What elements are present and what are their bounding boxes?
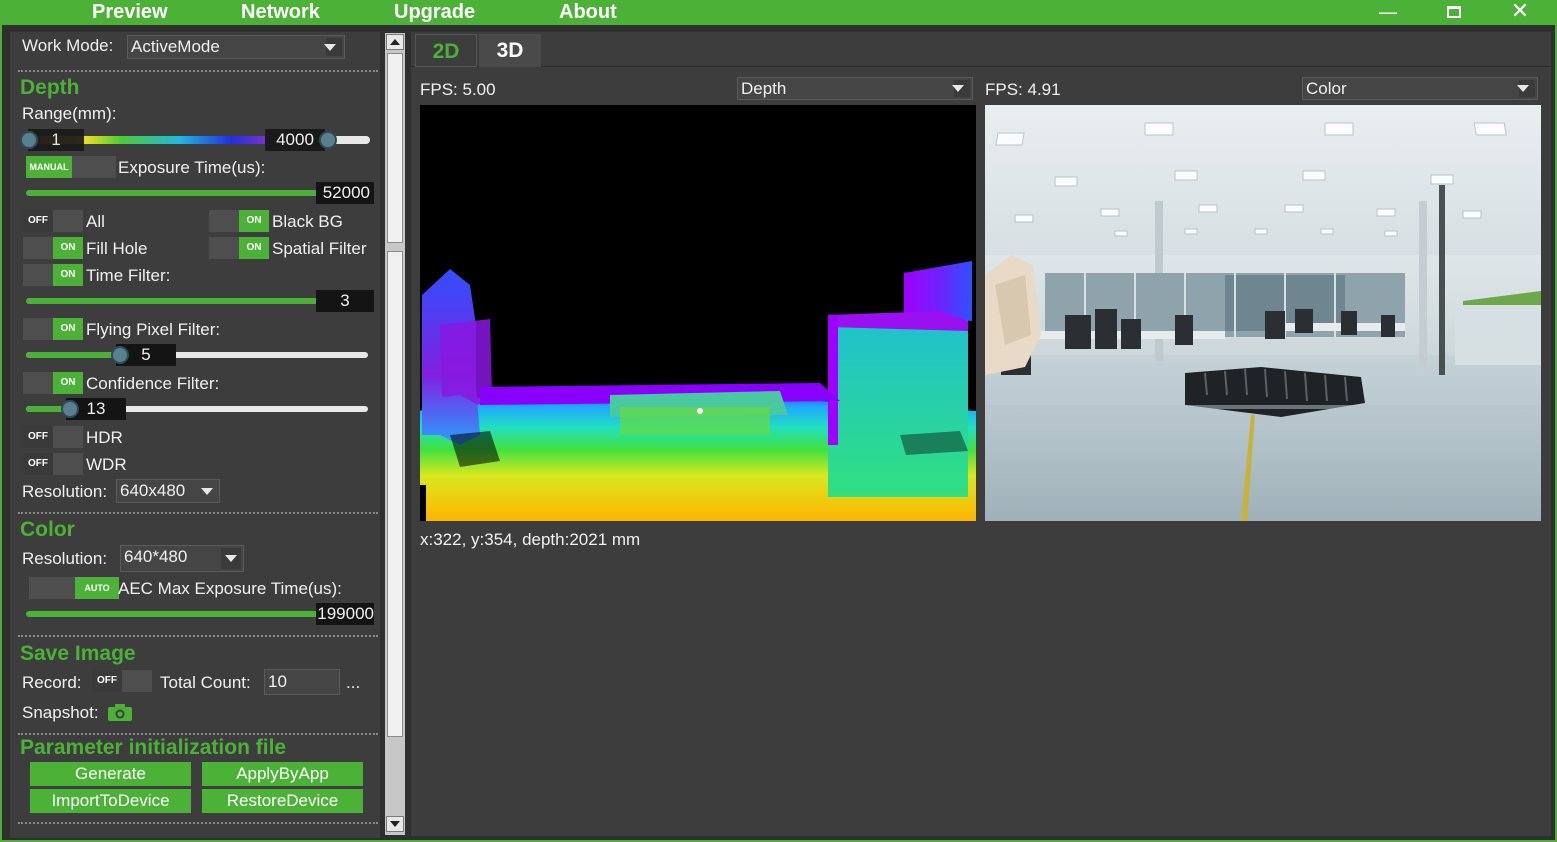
fill-hole-toggle[interactable]: ON bbox=[23, 237, 83, 259]
color-camera-image[interactable] bbox=[985, 105, 1541, 521]
range-max-handle[interactable] bbox=[319, 131, 337, 149]
hdr-toggle[interactable]: OFF bbox=[23, 426, 83, 448]
aec-value[interactable]: 199000 bbox=[316, 603, 374, 625]
tab-2d[interactable]: 2D bbox=[415, 34, 477, 67]
black-bg-label: Black BG bbox=[272, 212, 343, 231]
aec-slider[interactable] bbox=[26, 611, 326, 617]
menu-upgrade[interactable]: Upgrade bbox=[394, 0, 475, 25]
time-filter-value[interactable]: 3 bbox=[316, 290, 374, 312]
minimize-icon[interactable]: — bbox=[1368, 0, 1408, 25]
depth-resolution-select[interactable]: 640x480 bbox=[116, 479, 220, 503]
title-bar: Preview Network Upgrade About — ✕ bbox=[2, 0, 1557, 25]
record-label: Record: bbox=[22, 673, 82, 692]
flying-pixel-handle[interactable] bbox=[111, 346, 129, 364]
fill-hole-label: Fill Hole bbox=[86, 239, 148, 258]
scroll-thumb[interactable] bbox=[387, 53, 403, 243]
wdr-toggle[interactable]: OFF bbox=[23, 453, 83, 475]
depth-view-select[interactable]: Depth bbox=[737, 77, 973, 100]
all-toggle[interactable]: OFF bbox=[23, 210, 83, 232]
time-filter-slider[interactable] bbox=[26, 298, 326, 304]
color-resolution-select[interactable]: 640*480 bbox=[120, 545, 244, 572]
divider bbox=[18, 70, 378, 72]
chevron-down-icon bbox=[225, 555, 237, 562]
param-section-title: Parameter initialization file bbox=[20, 736, 287, 759]
depth-fps: FPS: 5.00 bbox=[420, 80, 496, 99]
confidence-label: Confidence Filter: bbox=[86, 374, 220, 393]
flying-pixel-toggle[interactable]: ON bbox=[23, 318, 83, 340]
scroll-up-button[interactable] bbox=[386, 34, 404, 50]
divider bbox=[18, 822, 378, 824]
import-to-device-button[interactable]: ImportToDevice bbox=[30, 789, 191, 813]
record-toggle[interactable]: OFF bbox=[92, 670, 152, 692]
aec-label: AEC Max Exposure Time(us): bbox=[118, 579, 342, 598]
work-mode-value: ActiveMode bbox=[131, 37, 220, 56]
scroll-down-button[interactable] bbox=[386, 816, 404, 832]
color-section-title: Color bbox=[20, 518, 75, 541]
exposure-value[interactable]: 52000 bbox=[316, 182, 374, 204]
divider bbox=[18, 635, 378, 637]
depth-resolution-label: Resolution: bbox=[22, 482, 108, 501]
aec-mode-toggle[interactable]: AUTO bbox=[29, 577, 119, 599]
color-resolution-value: 640*480 bbox=[124, 547, 188, 566]
chevron-down-icon bbox=[201, 488, 213, 495]
exposure-mode-toggle[interactable]: MANUAL bbox=[26, 156, 116, 178]
cursor-status: x:322, y:354, depth:2021 mm bbox=[420, 530, 641, 549]
time-filter-label: Time Filter: bbox=[86, 266, 171, 285]
total-count-label: Total Count: bbox=[160, 673, 251, 692]
exposure-slider[interactable] bbox=[26, 190, 326, 196]
generate-button[interactable]: Generate bbox=[30, 762, 191, 786]
panel-scrollbar[interactable] bbox=[385, 33, 405, 835]
spatial-filter-toggle[interactable]: ON bbox=[209, 237, 269, 259]
apply-by-app-button[interactable]: ApplyByApp bbox=[202, 762, 363, 786]
flying-pixel-label: Flying Pixel Filter: bbox=[86, 320, 221, 339]
work-mode-select[interactable]: ActiveMode bbox=[127, 35, 345, 59]
total-count-input[interactable]: 10 bbox=[264, 669, 340, 695]
hdr-label: HDR bbox=[86, 428, 123, 447]
black-bg-toggle[interactable]: ON bbox=[209, 210, 269, 232]
menu-preview[interactable]: Preview bbox=[92, 0, 168, 25]
snapshot-label: Snapshot: bbox=[22, 703, 99, 722]
confidence-handle[interactable] bbox=[61, 400, 79, 418]
range-min-handle[interactable] bbox=[20, 131, 38, 149]
work-mode-label: Work Mode: bbox=[22, 36, 114, 55]
maximize-icon[interactable] bbox=[1434, 0, 1474, 25]
restore-device-button[interactable]: RestoreDevice bbox=[202, 789, 363, 813]
divider bbox=[18, 733, 378, 735]
spatial-filter-label: Spatial Filter bbox=[272, 239, 367, 258]
depth-view-value: Depth bbox=[741, 79, 787, 98]
depth-resolution-value: 640x480 bbox=[120, 481, 186, 500]
app-window: Preview Network Upgrade About — ✕ Work M… bbox=[0, 0, 1557, 842]
save-section-title: Save Image bbox=[20, 642, 136, 665]
color-view-value: Color bbox=[1306, 79, 1347, 98]
scroll-track-lower[interactable] bbox=[387, 251, 403, 737]
exposure-label: Exposure Time(us): bbox=[118, 158, 266, 177]
chevron-down-icon bbox=[952, 85, 964, 92]
chevron-down-icon bbox=[1517, 85, 1529, 92]
menu-about[interactable]: About bbox=[559, 0, 617, 25]
time-filter-toggle[interactable]: ON bbox=[23, 264, 83, 286]
range-label: Range(mm): bbox=[22, 104, 117, 123]
tab-3d[interactable]: 3D bbox=[479, 34, 541, 67]
preview-area: 2D 3D FPS: 5.00 Depth FPS: 4.91 Color x:… bbox=[411, 32, 1551, 836]
range-max-value[interactable]: 4000 bbox=[265, 129, 325, 151]
flying-pixel-fill bbox=[26, 352, 118, 358]
settings-panel: Work Mode: ActiveMode Depth Range(mm): 1… bbox=[10, 32, 380, 838]
more-button[interactable]: ... bbox=[346, 673, 360, 693]
all-label: All bbox=[86, 212, 105, 231]
color-resolution-label: Resolution: bbox=[22, 549, 108, 568]
color-view-select[interactable]: Color bbox=[1302, 77, 1538, 100]
depth-image[interactable] bbox=[420, 105, 976, 521]
divider bbox=[18, 512, 378, 514]
depth-section-title: Depth bbox=[20, 76, 80, 99]
color-fps: FPS: 4.91 bbox=[985, 80, 1061, 99]
chevron-down-icon bbox=[324, 44, 336, 51]
confidence-toggle[interactable]: ON bbox=[23, 372, 83, 394]
close-icon[interactable]: ✕ bbox=[1500, 0, 1540, 25]
camera-icon[interactable] bbox=[108, 704, 132, 721]
menu-network[interactable]: Network bbox=[241, 0, 320, 25]
wdr-label: WDR bbox=[86, 455, 127, 474]
